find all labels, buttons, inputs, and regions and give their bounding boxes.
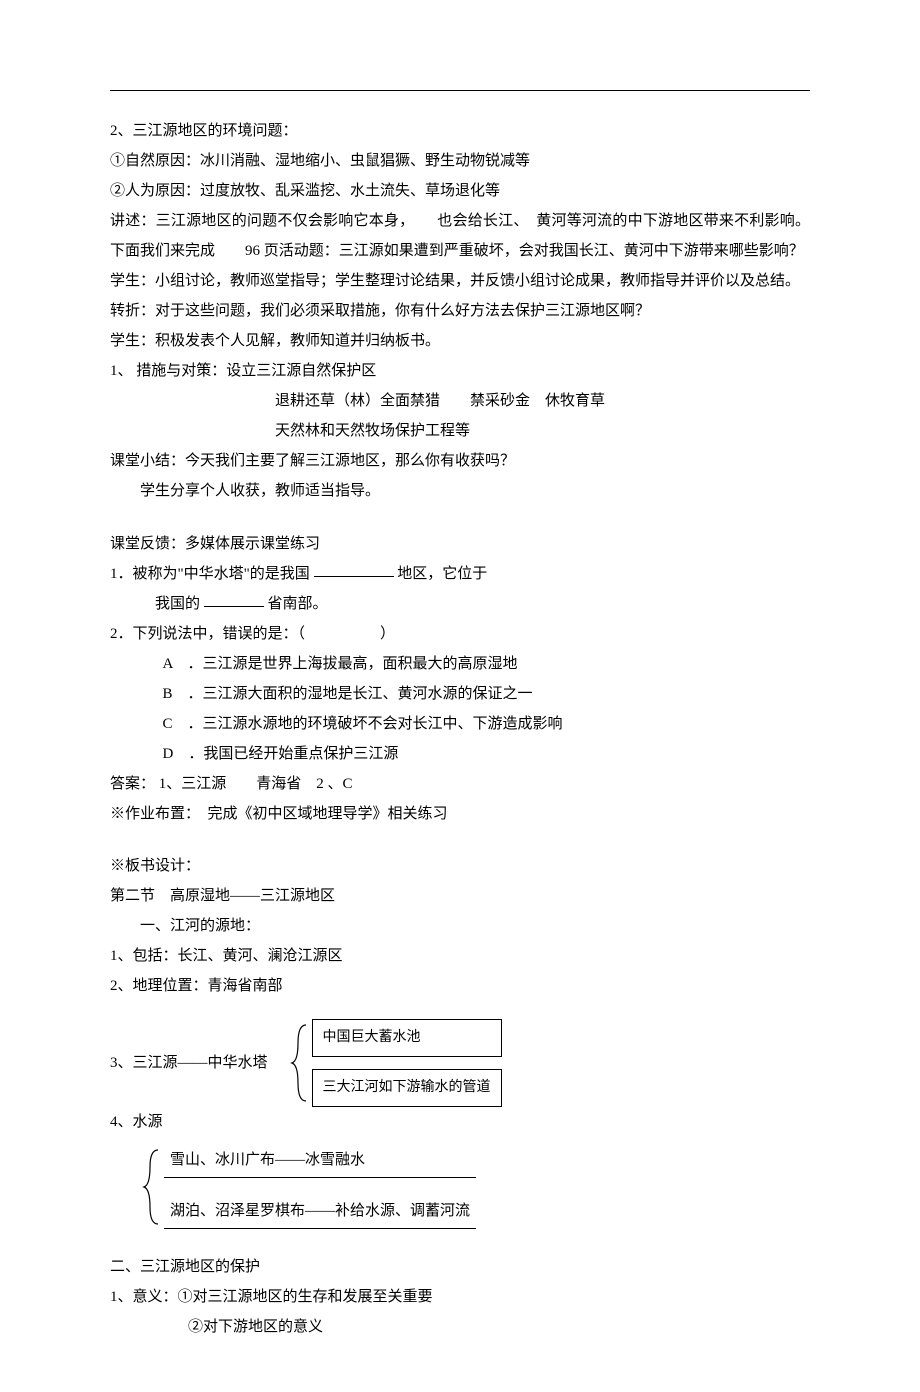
option-c: C ．三江源水源地的环境破坏不会对长江中、下游造成影响 xyxy=(110,709,810,739)
measures-heading: 1、 措施与对策：设立三江源自然保护区 xyxy=(110,356,810,386)
curly-brace-icon xyxy=(288,1023,312,1103)
blank-2 xyxy=(204,589,264,607)
question-2: 2．下列说法中，错误的是：（ ） xyxy=(110,619,810,649)
source-snow: 雪山、冰川广布——冰雪融水 xyxy=(164,1145,476,1178)
board-design-heading: ※板书设计： xyxy=(110,851,810,881)
measure-line1: 退耕还草（林）全面禁猎 禁采砂金 休牧育草 xyxy=(110,386,810,416)
measure-line2: 天然林和天然牧场保护工程等 xyxy=(110,416,810,446)
meaning-2: ②对下游地区的意义 xyxy=(110,1312,810,1342)
blank-1 xyxy=(314,559,394,577)
student-discussion: 学生：小组讨论，教师巡堂指导；学生整理讨论结果，并反馈小组讨论成果，教师指导并评… xyxy=(110,266,810,296)
feedback-heading: 课堂反馈：多媒体展示课堂练习 xyxy=(110,529,810,559)
source-lake: 湖泊、沼泽星罗棋布——补给水源、调蓄河流 xyxy=(164,1196,476,1229)
section-title: 第二节 高原湿地——三江源地区 xyxy=(110,881,810,911)
student-share: 学生分享个人收获，教师适当指导。 xyxy=(110,476,810,506)
water-tower-row: 3、三江源——中华水塔 中国巨大蓄水池 三大江河如下游输水的管道 xyxy=(110,1019,810,1107)
q1-part-d: 省南部。 xyxy=(268,596,328,612)
brace-items-1: 中国巨大蓄水池 三大江河如下游输水的管道 xyxy=(312,1019,502,1107)
question-1: 1．被称为"中华水塔"的是我国 地区，它位于 xyxy=(110,559,810,589)
homework: ※作业布置： 完成《初中区域地理导学》相关练习 xyxy=(110,799,810,829)
box-reservoir: 中国巨大蓄水池 xyxy=(312,1019,502,1057)
location: 2、地理位置：青海省南部 xyxy=(110,971,810,1001)
option-d: D ．我国已经开始重点保护三江源 xyxy=(110,739,810,769)
box-pipeline: 三大江河如下游输水的管道 xyxy=(312,1069,502,1107)
answers: 答案： 1、三江源 青海省 2 、C xyxy=(110,769,810,799)
horizontal-rule xyxy=(110,90,810,91)
transition-text: 转折：对于这些问题，我们必须采取措施，你有什么好方法去保护三江源地区啊？ xyxy=(110,296,810,326)
subsection-1: 一、江河的源地： xyxy=(110,911,810,941)
q1-part-c: 我国的 xyxy=(155,596,200,612)
water-source-brace: 雪山、冰川广布——冰雪融水 湖泊、沼泽星罗棋布——补给水源、调蓄河流 xyxy=(110,1145,810,1229)
water-source-heading: 4、水源 xyxy=(110,1107,810,1137)
water-tower-label: 3、三江源——中华水塔 xyxy=(110,1048,288,1078)
includes: 1、包括：长江、黄河、澜沧江源区 xyxy=(110,941,810,971)
lecture-text: 讲述：三江源地区的问题不仅会影响它本身， 也会给长江、 黄河等河流的中下游地区带… xyxy=(110,206,810,266)
human-cause: ②人为原因：过度放牧、乱采滥挖、水土流失、草场退化等 xyxy=(110,176,810,206)
natural-cause: ①自然原因：冰川消融、湿地缩小、虫鼠猖獗、野生动物锐减等 xyxy=(110,146,810,176)
env-problem-heading: 2、三江源地区的环境问题： xyxy=(110,116,810,146)
student-opinion: 学生：积极发表个人见解，教师知道并归纳板书。 xyxy=(110,326,810,356)
class-summary: 课堂小结：今天我们主要了解三江源地区，那么你有收获吗？ xyxy=(110,446,810,476)
question-1-line2: 我国的 省南部。 xyxy=(110,589,810,619)
brace-items-2: 雪山、冰川广布——冰雪融水 湖泊、沼泽星罗棋布——补给水源、调蓄河流 xyxy=(164,1145,476,1229)
curly-brace-icon xyxy=(140,1148,164,1226)
option-b: B ．三江源大面积的湿地是长江、黄河水源的保证之一 xyxy=(110,679,810,709)
q1-part-a: 1．被称为"中华水塔"的是我国 xyxy=(110,566,310,582)
option-a: A ．三江源是世界上海拔最高，面积最大的高原湿地 xyxy=(110,649,810,679)
meaning-1: 1、意义：①对三江源地区的生存和发展至关重要 xyxy=(110,1282,810,1312)
section-2-heading: 二、三江源地区的保护 xyxy=(110,1252,810,1282)
q1-part-b: 地区，它位于 xyxy=(397,566,487,582)
